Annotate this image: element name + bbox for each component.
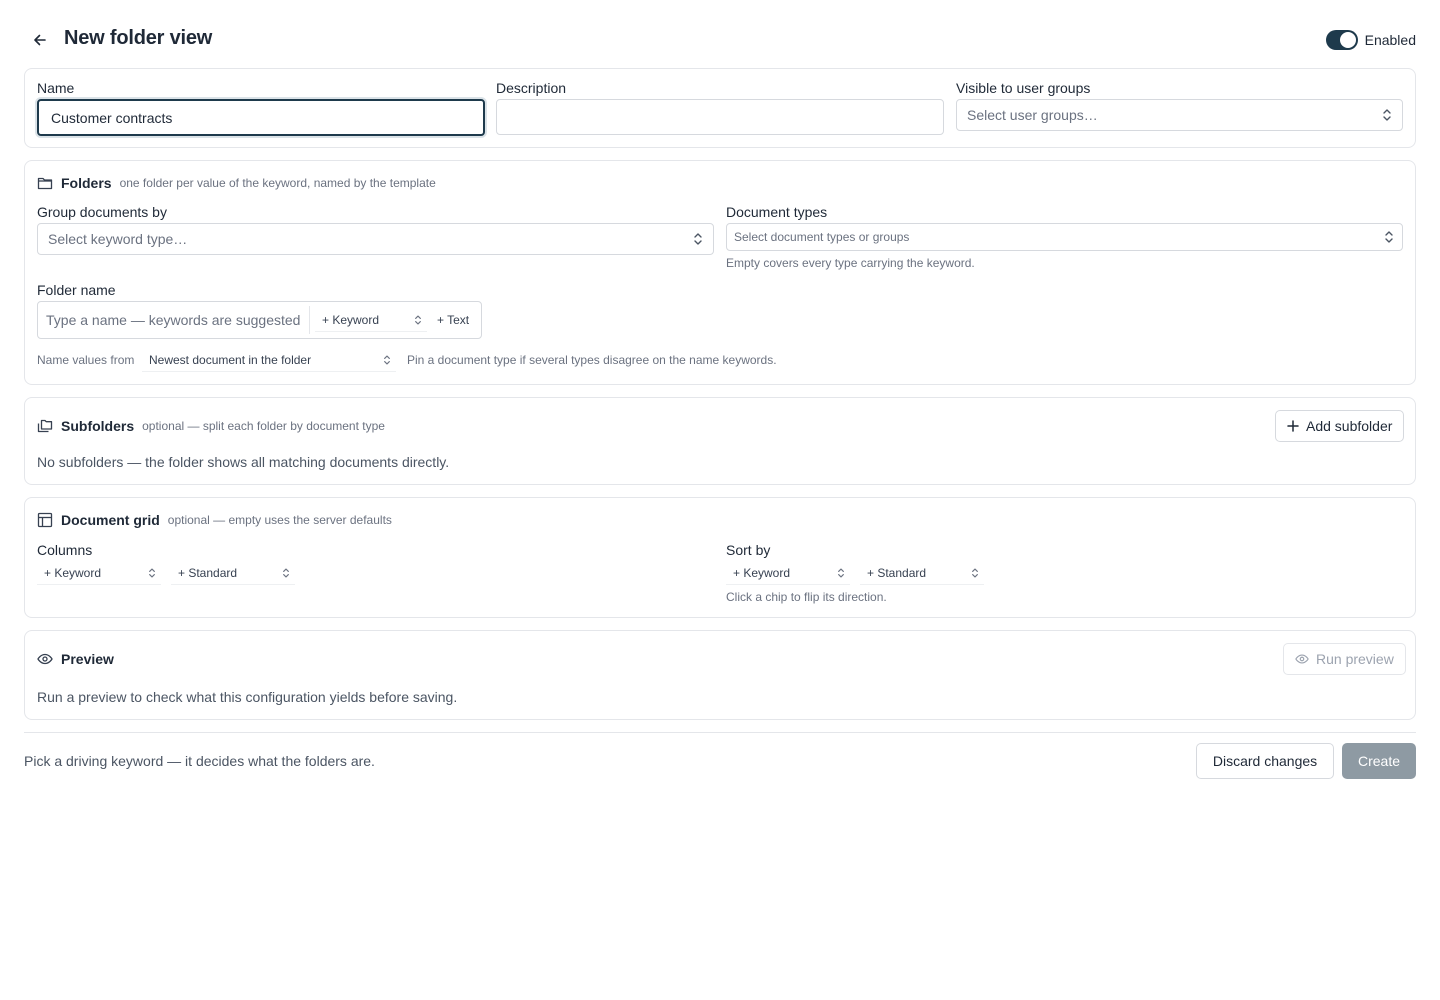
folders-card: Folders one folder per value of the keyw… [24,160,1416,385]
chevron-up-down-icon [282,567,290,578]
footer-message: Pick a driving keyword — it decides what… [24,753,375,769]
enabled-label: Enabled [1364,32,1416,48]
basics-card: Name Customer contracts Description Visi… [24,68,1416,148]
description-label: Description [496,80,567,96]
subfolders-empty-text: No subfolders — the folder shows all mat… [37,454,450,470]
columns-add-standard[interactable]: + Standard [171,561,295,585]
name-values-hint: Pin a document type if several types dis… [407,353,777,367]
chevron-up-down-icon [383,354,391,365]
create-button[interactable]: Create [1342,743,1416,779]
back-button[interactable] [24,24,56,56]
folders-subtitle: one folder per value of the keyword, nam… [119,176,436,190]
folders-header: Folders one folder per value of the keyw… [37,175,436,191]
grid-subtitle: optional — empty uses the server default… [167,513,392,527]
chevron-up-down-icon [414,314,422,325]
add-subfolder-button[interactable]: Add subfolder [1275,410,1405,442]
preview-body-text: Run a preview to check what this configu… [37,689,458,705]
group-by-select[interactable]: Select keyword type… [37,223,714,255]
sort-add-keyword[interactable]: + Keyword [726,561,850,585]
enabled-toggle[interactable] [1325,30,1358,50]
folder-name-input[interactable]: Type a name — keywords are suggested [46,312,300,328]
preview-title: Preview [61,651,114,667]
document-types-placeholder: Select document types or groups [734,230,910,244]
run-preview-button[interactable]: Run preview [1283,643,1406,675]
plus-icon [1287,420,1306,432]
table-icon [37,512,53,528]
document-grid-card: Document grid optional — empty uses the … [24,497,1416,618]
grid-header: Document grid optional — empty uses the … [37,512,392,528]
subfolders-title: Subfolders [61,418,135,434]
page-header: New folder view Enabled [24,24,1416,56]
page-title: New folder view [64,27,213,49]
columns-add-standard-label: + Standard [178,565,238,580]
document-types-label: Document types [726,204,828,220]
eye-icon [37,651,53,667]
document-types-select[interactable]: Select document types or groups [726,223,1403,251]
document-types-hint: Empty covers every type carrying the key… [726,256,975,270]
description-input[interactable] [496,99,944,135]
folder-name-divider [309,306,310,334]
group-by-label: Group documents by [37,204,167,220]
back-arrow-icon [32,32,48,48]
eye-icon [1295,652,1316,666]
user-groups-placeholder: Select user groups… [967,107,1098,123]
name-label: Name [37,80,75,96]
groups-label: Visible to user groups [956,80,1091,96]
subfolders-subtitle: optional — split each folder by document… [142,419,385,433]
preview-header: Preview [37,651,122,667]
folders-title: Folders [61,175,112,191]
name-values-from-value: Newest document in the folder [149,352,312,367]
name-input[interactable]: Customer contracts [37,99,485,136]
sort-add-keyword-label: + Keyword [733,565,791,580]
chevron-up-down-icon [1382,108,1392,122]
add-keyword-chip[interactable]: + Keyword [315,308,427,332]
group-by-placeholder: Select keyword type… [48,231,188,247]
chevron-up-down-icon [1384,230,1394,244]
folder-name-label: Folder name [37,282,116,298]
chevron-up-down-icon [693,232,703,246]
sort-hint: Click a chip to flip its direction. [726,590,887,604]
chevron-up-down-icon [837,567,845,578]
name-values-from-select[interactable]: Newest document in the folder [142,348,396,372]
columns-add-keyword-label: + Keyword [44,565,102,580]
columns-label: Columns [37,542,93,558]
chevron-up-down-icon [148,567,156,578]
add-text-label: + Text [437,313,470,327]
subfolders-icon [37,418,53,434]
run-preview-label: Run preview [1316,651,1394,667]
chevron-up-down-icon [971,567,979,578]
add-text-chip[interactable]: + Text [430,308,476,332]
name-input-value: Customer contracts [51,109,173,126]
grid-title: Document grid [61,512,160,528]
toggle-knob [1339,32,1356,48]
sort-by-label: Sort by [726,542,771,558]
folder-name-template: Type a name — keywords are suggested + K… [37,301,482,339]
enabled-toggle-group: Enabled [1325,30,1416,50]
subfolders-card: Subfolders optional — split each folder … [24,397,1416,485]
add-subfolder-label: Add subfolder [1306,418,1393,434]
add-keyword-label: + Keyword [322,312,380,327]
sort-add-standard-label: + Standard [867,565,927,580]
columns-add-keyword[interactable]: + Keyword [37,561,161,585]
footer-divider [24,732,1416,733]
preview-card: Preview Run preview Run a preview to che… [24,630,1416,720]
discard-changes-button[interactable]: Discard changes [1196,743,1334,779]
sort-add-standard[interactable]: + Standard [860,561,984,585]
folder-icon [37,175,53,191]
subfolders-header: Subfolders optional — split each folder … [37,418,385,434]
user-groups-select[interactable]: Select user groups… [956,99,1403,131]
name-values-from-label: Name values from [37,353,135,367]
